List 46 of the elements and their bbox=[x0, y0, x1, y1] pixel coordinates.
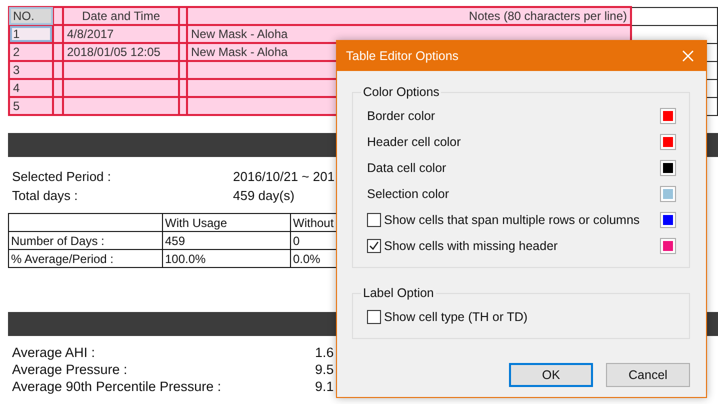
table-cell: Number of Days : bbox=[8, 232, 162, 250]
field-label: Total days : bbox=[12, 187, 79, 205]
color-swatch[interactable] bbox=[661, 109, 675, 123]
group-title: Color Options bbox=[362, 85, 440, 99]
cancel-button[interactable]: Cancel bbox=[606, 363, 690, 387]
table-cell[interactable]: 5 bbox=[9, 97, 53, 115]
color-swatch[interactable] bbox=[661, 135, 675, 149]
table-cell: 4/8/2017 bbox=[63, 25, 179, 43]
table-cell: 2018/01/05 12:05 bbox=[63, 43, 179, 61]
table-cell[interactable]: 1 bbox=[9, 25, 53, 43]
option-label: Border color bbox=[367, 109, 436, 123]
field-value: 9.5 bbox=[315, 361, 334, 378]
color-swatch[interactable] bbox=[661, 187, 675, 201]
checkbox[interactable]: Show cell type (TH or TD) bbox=[367, 310, 528, 324]
field-value: 459 day(s) bbox=[233, 187, 294, 205]
field-value: 1.6 bbox=[315, 344, 334, 361]
field-value: 2016/10/21 ~ 201 bbox=[233, 168, 335, 186]
option-label: Data cell color bbox=[367, 161, 446, 175]
header-cell: Date and Time bbox=[63, 7, 179, 25]
field-value: 9.1 bbox=[315, 378, 334, 395]
field-label: Average Pressure : bbox=[12, 361, 128, 378]
table-cell: % Average/Period : bbox=[8, 250, 162, 268]
group-title: Label Option bbox=[362, 286, 435, 300]
table-cell: 459 bbox=[162, 232, 290, 250]
checkbox[interactable]: Show cells with missing header bbox=[367, 239, 558, 253]
header-cell: With Usage bbox=[162, 214, 290, 232]
table-cell[interactable]: 3 bbox=[9, 61, 53, 79]
header-cell: NO. bbox=[9, 7, 53, 25]
header-cell bbox=[53, 7, 63, 25]
check-icon bbox=[369, 241, 379, 251]
checkbox[interactable]: Show cells that span multiple rows or columns bbox=[367, 213, 640, 227]
table-cell[interactable]: 2 bbox=[9, 43, 53, 61]
table-cell: 100.0% bbox=[162, 250, 290, 268]
color-swatch[interactable] bbox=[661, 161, 675, 175]
dialog-title: Table Editor Options bbox=[346, 49, 459, 63]
field-label: Average AHI : bbox=[12, 344, 96, 361]
table-cell[interactable]: 4 bbox=[9, 79, 53, 97]
ok-button[interactable]: OK bbox=[509, 363, 593, 387]
option-label: Selection color bbox=[367, 187, 449, 201]
field-label: Average 90th Percentile Pressure : bbox=[12, 378, 222, 395]
header-cell: Notes (80 characters per line) bbox=[187, 7, 631, 25]
option-label: Header cell color bbox=[367, 135, 461, 149]
close-icon bbox=[682, 50, 694, 62]
color-swatch[interactable] bbox=[661, 213, 675, 227]
color-swatch[interactable] bbox=[661, 239, 675, 253]
field-label: Selected Period : bbox=[12, 168, 112, 186]
